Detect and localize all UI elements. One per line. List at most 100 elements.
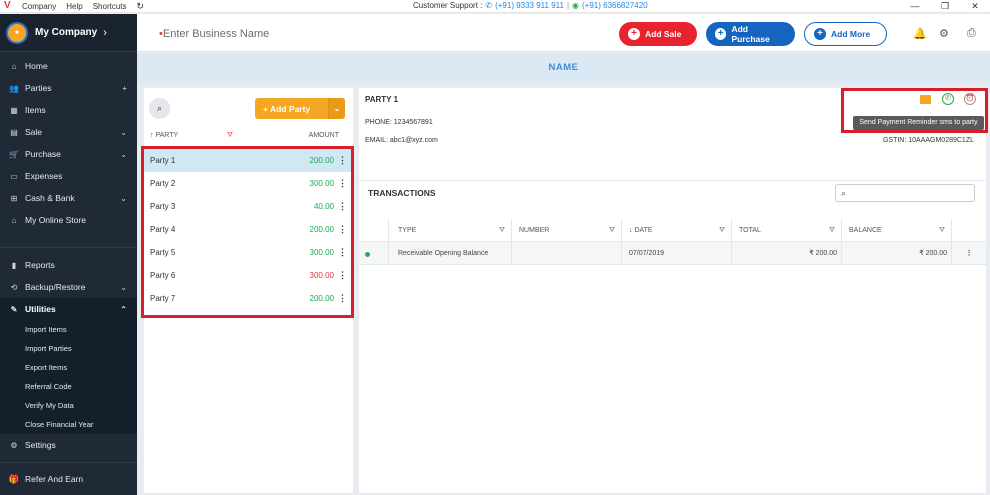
support-phone[interactable]: (+91) 9333 911 911 (495, 1, 564, 10)
filter-icon[interactable]: ⛛ (609, 219, 615, 242)
sidebar-subitem-import-parties[interactable]: Import Parties (0, 339, 137, 358)
store-icon: ⌂ (11, 215, 17, 225)
reports-icon: ▮ (11, 260, 17, 270)
amount-column-header[interactable]: AMOUNT (309, 132, 339, 139)
sidebar-item-reports[interactable]: ▮ Reports (0, 254, 137, 276)
status-dot-icon (365, 252, 370, 257)
column-date[interactable]: ↓ DATE ⛛ (622, 219, 732, 242)
sidebar-item-purchase[interactable]: 🛒 Purchase ⌄ (0, 143, 137, 165)
filter-icon[interactable]: ⛛ (719, 219, 725, 242)
minimize-button[interactable]: — (900, 0, 930, 13)
cart-icon: 🛒 (9, 149, 19, 159)
sidebar-item-backup-restore[interactable]: ⟲ Backup/Restore ⌄ (0, 276, 137, 298)
add-purchase-label: Add Purchase (731, 24, 770, 44)
customer-support: Customer Support : ✆ (+91) 9333 911 911 … (413, 1, 648, 10)
filter-icon[interactable]: ⛛ (829, 219, 835, 242)
filter-icon[interactable]: ⛛ (227, 132, 233, 140)
sidebar-item-parties[interactable]: 👥 Parties + (0, 77, 137, 99)
close-button[interactable]: ✕ (960, 0, 990, 13)
filter-icon[interactable]: ⛛ (939, 219, 945, 242)
table-row[interactable]: Receivable Opening Balance 07/07/2019 ₹ … (359, 242, 986, 265)
sidebar-item-utilities[interactable]: ✎ Utilities ⌃ (0, 298, 137, 320)
sidebar-item-label: Cash & Bank (25, 193, 75, 203)
notification-bell-icon[interactable]: 🔔 (913, 27, 927, 40)
column-type[interactable]: TYPE ⛛ (389, 219, 512, 242)
sidebar-refer-and-earn[interactable]: 🎁 Refer And Earn (0, 462, 137, 495)
menu-company[interactable]: Company (22, 2, 56, 11)
plus-icon: + (814, 28, 826, 40)
transactions-title: TRANSACTIONS (368, 188, 436, 198)
sidebar-item-label: My Online Store (25, 215, 86, 225)
transactions-table-header: TYPE ⛛ NUMBER ⛛ ↓ DATE ⛛ TOTAL ⛛ BALANCE ⛛ (359, 219, 986, 242)
company-switcher[interactable]: ★ My Company › (0, 14, 137, 52)
party-gstin: GSTIN: 10AAAGM0289C1ZL (882, 137, 974, 144)
add-sale-button[interactable]: + Add Sale (619, 22, 697, 46)
add-party-plus-icon[interactable]: + (122, 84, 127, 93)
sidebar-item-items[interactable]: ▦ Items (0, 99, 137, 121)
add-more-button[interactable]: + Add More (804, 22, 887, 46)
chevron-down-icon[interactable]: ⌄ (328, 98, 345, 119)
row-menu-icon[interactable]: ⋮ (952, 242, 986, 265)
sale-icon: ▤ (10, 127, 18, 137)
filter-icon[interactable]: ⛛ (499, 219, 505, 242)
transactions-search-input[interactable]: ⌕ (835, 184, 975, 202)
highlight-box-party-list (141, 146, 354, 318)
sidebar-subitem-close-financial-year[interactable]: Close Financial Year (0, 415, 137, 434)
transactions-panel: TRANSACTIONS ⌕ TYPE ⛛ NUMBER ⛛ ↓ DATE ⛛ TOT… (359, 181, 986, 493)
column-total-label: TOTAL (739, 227, 761, 234)
sidebar-item-label: Parties (25, 83, 52, 93)
backup-icon: ⟲ (10, 282, 18, 292)
party-detail-title: PARTY 1 (365, 95, 399, 104)
menu-shortcuts[interactable]: Shortcuts (93, 2, 127, 11)
plus-icon: + (263, 103, 271, 114)
add-more-label: Add More (831, 29, 871, 39)
sidebar-item-cash-bank[interactable]: ⊞ Cash & Bank ⌄ (0, 187, 137, 209)
add-party-label: Add Party (270, 103, 311, 114)
sidebar-item-label: Home (25, 61, 48, 71)
header-spacer-end (952, 219, 986, 242)
column-number[interactable]: NUMBER ⛛ (512, 219, 622, 242)
gear-icon[interactable]: ⚙ (939, 27, 949, 40)
cell-number (512, 242, 622, 265)
sidebar-subitem-import-items[interactable]: Import Items (0, 320, 137, 339)
sidebar-item-sale[interactable]: ▤ Sale ⌄ (0, 121, 137, 143)
support-whatsapp[interactable]: (+91) 6366827420 (582, 1, 648, 10)
printer-icon[interactable]: ⎙ (967, 27, 976, 40)
search-icon[interactable]: ⌕ (149, 98, 170, 119)
add-party-button[interactable]: + Add Party ⌄ (255, 98, 345, 119)
party-column-header[interactable]: ↑ PARTY (150, 132, 178, 139)
party-phone: PHONE: 1234567891 (365, 119, 433, 126)
expenses-icon: ▭ (10, 171, 18, 181)
sidebar-subitem-verify-my-data[interactable]: Verify My Data (0, 396, 137, 415)
sidebar-subitem-referral-code[interactable]: Referral Code (0, 377, 137, 396)
cell-type: Receivable Opening Balance (389, 242, 512, 265)
business-name-field[interactable]: •Enter Business Name (159, 28, 269, 40)
sidebar-item-settings[interactable]: ⚙ Settings (0, 434, 137, 456)
column-balance[interactable]: BALANCE ⛛ (842, 219, 952, 242)
chevron-down-icon: ⌄ (120, 282, 127, 292)
home-icon: ⌂ (11, 61, 17, 71)
name-column-header: NAME (137, 53, 990, 83)
sidebar-item-expenses[interactable]: ▭ Expenses (0, 165, 137, 187)
add-purchase-button[interactable]: + Add Purchase (706, 22, 795, 46)
sidebar-subitem-export-items[interactable]: Export Items (0, 358, 137, 377)
search-icon: ⌕ (841, 188, 847, 198)
wrench-icon: ✎ (10, 304, 18, 314)
column-total[interactable]: TOTAL ⛛ (732, 219, 842, 242)
refresh-icon[interactable]: ↻ (137, 1, 145, 12)
header-spacer (359, 219, 389, 242)
highlight-box-reminder-icons (841, 88, 988, 133)
sidebar-item-home[interactable]: ⌂ Home (0, 55, 137, 77)
support-separator: | (566, 1, 570, 10)
menu-help[interactable]: Help (66, 2, 82, 11)
cell-balance: ₹ 200.00 (842, 242, 952, 265)
restore-button[interactable]: ❐ (930, 0, 960, 13)
column-balance-label: BALANCE (849, 227, 882, 234)
sidebar-item-online-store[interactable]: ⌂ My Online Store (0, 209, 137, 231)
app-logo-icon: V (4, 0, 11, 11)
window-controls: — ❐ ✕ (900, 0, 990, 13)
plus-icon: + (628, 28, 640, 40)
sidebar-item-label: Items (25, 105, 46, 115)
phone-icon: ✆ (485, 1, 493, 10)
sidebar-item-label: Reports (25, 260, 55, 270)
